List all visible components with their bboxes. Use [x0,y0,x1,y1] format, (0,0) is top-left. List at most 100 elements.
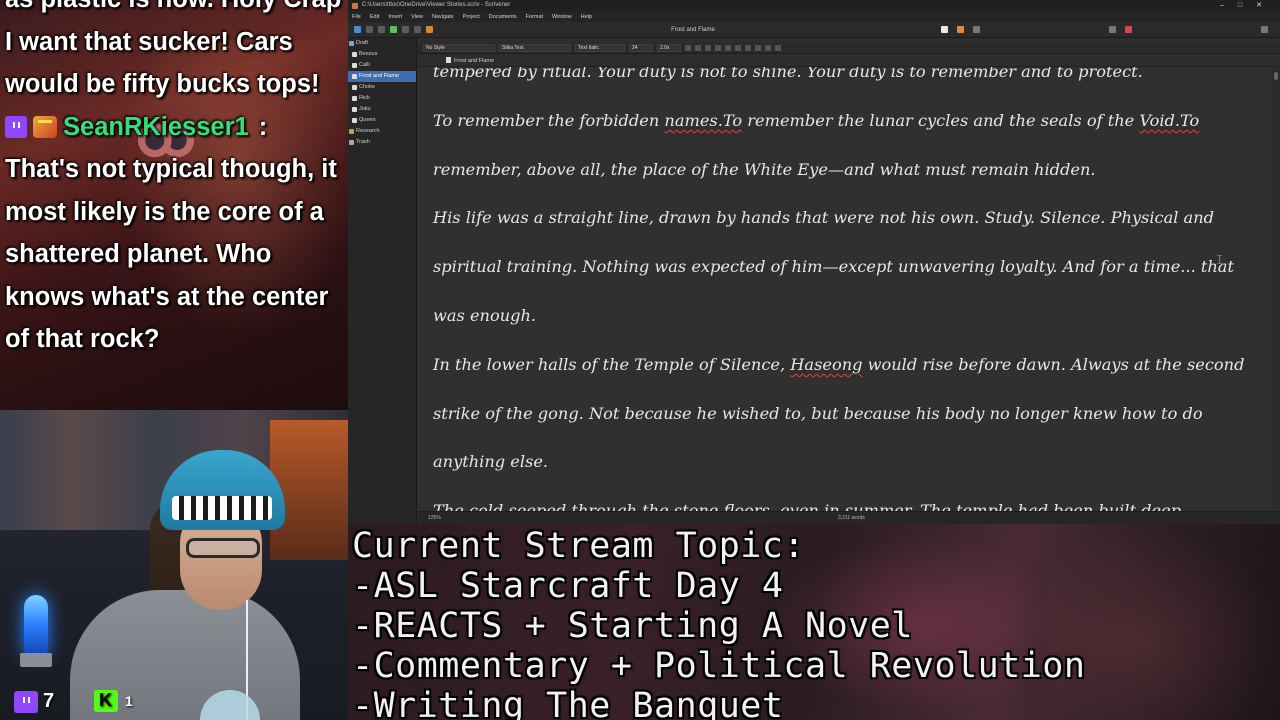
italic-icon[interactable] [695,45,701,51]
editor-pane[interactable]: tempered by ritual. Your duty is not to … [418,67,1272,511]
bookmark-icon[interactable] [1125,26,1132,33]
menu-file[interactable]: File [352,14,361,20]
document-icon [352,96,357,101]
kick-icon [94,690,118,712]
editor-scrollbar[interactable] [1272,67,1280,511]
list-icon[interactable] [775,45,781,51]
lava-lamp [24,595,48,655]
subscriber-badge-icon [33,115,57,138]
editor-header-title: Frost and Flame [454,58,495,64]
underline-icon[interactable] [705,45,711,51]
justify-icon[interactable] [745,45,751,51]
link-icon[interactable] [414,26,421,33]
manuscript-paragraph[interactable]: tempered by ritual. Your duty is not to … [433,67,1265,97]
stream-topic-item: -REACTS + Starting A Novel [352,606,913,646]
menu-navigate[interactable]: Navigate [432,14,454,20]
add-document-icon[interactable] [390,26,397,33]
binder-item-label: Joku [359,106,371,112]
menu-help[interactable]: Help [581,14,592,20]
manuscript-text[interactable]: tempered by ritual. Your duty is not to … [433,67,1265,511]
text-run[interactable]: tempered by ritual. Your duty is not to … [433,67,1143,81]
line-spacing-select[interactable]: 2.0x [657,44,681,52]
menu-documents[interactable]: Documents [489,14,517,20]
corkboard-view-icon[interactable] [957,26,964,33]
editor-scrollbar-thumb[interactable] [1274,72,1278,80]
window-titlebar: C:\Users\tttoc\OneDrive\Viewer Stories.s… [348,0,1280,11]
binder-item-research[interactable]: Research [348,126,416,137]
chat-overlay: as plastic is now. Holy Crap I want that… [0,0,348,410]
compile-icon[interactable] [426,26,433,33]
menu-window[interactable]: Window [552,14,572,20]
stream-layout: as plastic is now. Holy Crap I want that… [0,0,1280,720]
misspelled-word[interactable]: Haseong [790,355,862,374]
inspector-toggle-icon[interactable] [1261,26,1268,33]
align-center-icon[interactable] [725,45,731,51]
text-run[interactable]: To remember the forbidden [433,111,664,130]
webcam-feed [0,410,348,720]
manuscript-paragraph[interactable]: To remember the forbidden names.To remem… [433,97,1265,195]
binder-item-calli[interactable]: Calli [348,60,416,71]
binder-item-choke[interactable]: Choke [348,82,416,93]
manuscript-paragraph[interactable]: The cold seeped through the stone floors… [433,487,1265,511]
manuscript-paragraph[interactable]: In the lower halls of the Temple of Sile… [433,341,1265,487]
text-run[interactable]: His life was a straight line, drawn by h… [433,208,1234,325]
font-size-select[interactable]: 24 [629,44,653,52]
document-icon [352,118,357,123]
twitch-icon [14,690,38,713]
binder-item-frost-and-flame[interactable]: Frost and Flame [348,71,416,82]
binder-item-joku[interactable]: Joku [348,104,416,115]
trash-icon [349,140,354,145]
menu-view[interactable]: View [411,14,423,20]
style-select[interactable]: No Style [423,44,495,52]
binder-item-label: Calli [359,62,370,68]
minimize-button[interactable]: – [1220,0,1224,11]
streamer-glasses [186,538,260,558]
menu-insert[interactable]: Insert [388,14,402,20]
lava-lamp-base [20,653,52,667]
binder-item-beezus[interactable]: Beezus [348,49,416,60]
delete-icon[interactable] [402,26,409,33]
binder-item-rick[interactable]: Rick [348,93,416,104]
document-view-icon[interactable] [941,26,948,33]
text-cursor-icon: I [1216,253,1224,267]
misspelled-word[interactable]: Void.To [1139,111,1199,130]
close-button[interactable]: ✕ [1256,0,1262,11]
undo-icon[interactable] [378,26,385,33]
chat-username: SeanRKiesser1 [63,112,249,141]
text-run[interactable]: The cold seeped through the stone floors… [433,501,1181,511]
stream-topic-heading: Current Stream Topic: [352,526,806,566]
maximize-button[interactable]: □ [1238,0,1242,11]
collections-icon[interactable] [366,26,373,33]
menu-project[interactable]: Project [463,14,480,20]
chat-user-line: SeanRKiesser1: [5,106,344,149]
share-icon[interactable] [1109,26,1116,33]
typeface-select[interactable]: Text Italic [575,44,625,52]
text-color-icon[interactable] [755,45,761,51]
document-icon [352,52,357,57]
menu-edit[interactable]: Edit [370,14,379,20]
align-left-icon[interactable] [715,45,721,51]
outline-view-icon[interactable] [973,26,980,33]
text-run[interactable]: remember, above all, the place of the Wh… [433,160,1096,179]
highlight-icon[interactable] [765,45,771,51]
format-bar: No Style Sitka Text Text Italic 24 2.0x [418,43,1280,54]
document-icon [352,85,357,90]
bold-icon[interactable] [685,45,691,51]
manuscript-paragraph[interactable]: His life was a straight line, drawn by h… [433,194,1265,340]
binder-item-queen[interactable]: Queen [348,115,416,126]
binder-item-trash[interactable]: Trash [348,137,416,148]
text-run[interactable]: remember the lunar cycles and the seals … [742,111,1139,130]
zoom-level[interactable]: 125% [428,512,441,524]
font-family-select[interactable]: Sitka Text [499,44,571,52]
text-run[interactable]: In the lower halls of the Temple of Sile… [433,355,790,374]
binder-toggle-icon[interactable] [354,26,361,33]
misspelled-word[interactable]: names.To [664,111,742,130]
view-mode-group [941,26,1268,33]
binder-item-label: Beezus [359,51,378,57]
stream-topic-item: -Writing The Banquet [352,686,784,720]
menu-format[interactable]: Format [526,14,543,20]
binder-item-draft[interactable]: Draft [348,38,416,49]
binder-sidebar: Draft Beezus Calli Frost and Flame Choke… [348,38,417,524]
align-right-icon[interactable] [735,45,741,51]
scrivener-app-icon [352,2,358,9]
